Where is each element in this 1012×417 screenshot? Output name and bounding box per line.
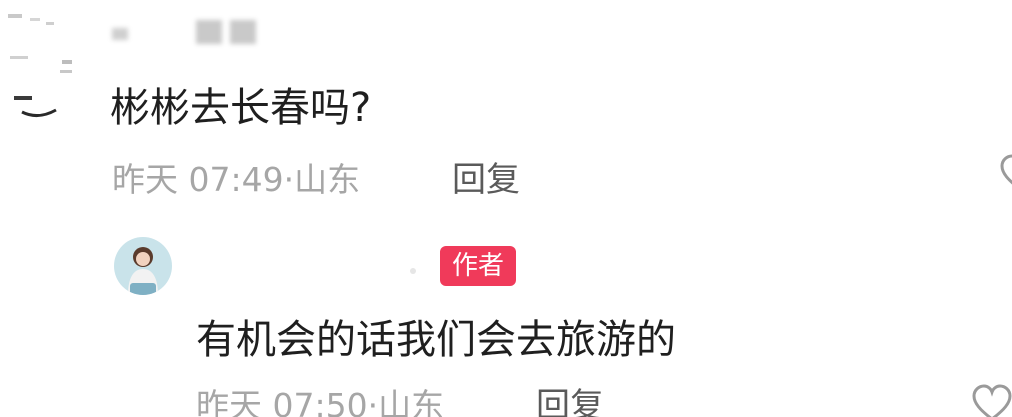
- reply-comment-location: 山东: [378, 386, 445, 417]
- author-badge: 作者: [440, 246, 517, 286]
- author-avatar[interactable]: [114, 237, 172, 295]
- redaction-dot: [410, 268, 416, 274]
- heart-outline-icon[interactable]: [1000, 154, 1012, 194]
- reply-comment-meta: 昨天 07:50·山东: [196, 384, 444, 417]
- comment-thread: 彬彬去长春吗? 昨天 07:49·山东 回复 作者 有机会的话我们会去旅游的 昨…: [0, 0, 1012, 417]
- comment-meta: 昨天 07:49·山东: [112, 158, 360, 202]
- reply-button[interactable]: 回复: [452, 158, 520, 202]
- commenter-avatar[interactable]: [0, 0, 80, 130]
- comment-time: 昨天 07:49: [112, 160, 284, 199]
- author-name-redacted: [196, 248, 426, 282]
- meta-separator: ·: [283, 160, 295, 199]
- blurred-username: [112, 20, 256, 44]
- heart-outline-icon[interactable]: [972, 384, 1012, 417]
- meta-separator: ·: [367, 386, 379, 417]
- comment-text: 彬彬去长春吗?: [110, 85, 372, 131]
- comment-location: 山东: [294, 160, 361, 199]
- reply-comment-time: 昨天 07:50: [196, 386, 368, 417]
- reply-comment-reply-button[interactable]: 回复: [536, 384, 604, 417]
- reply-comment-text: 有机会的话我们会去旅游的: [196, 317, 676, 363]
